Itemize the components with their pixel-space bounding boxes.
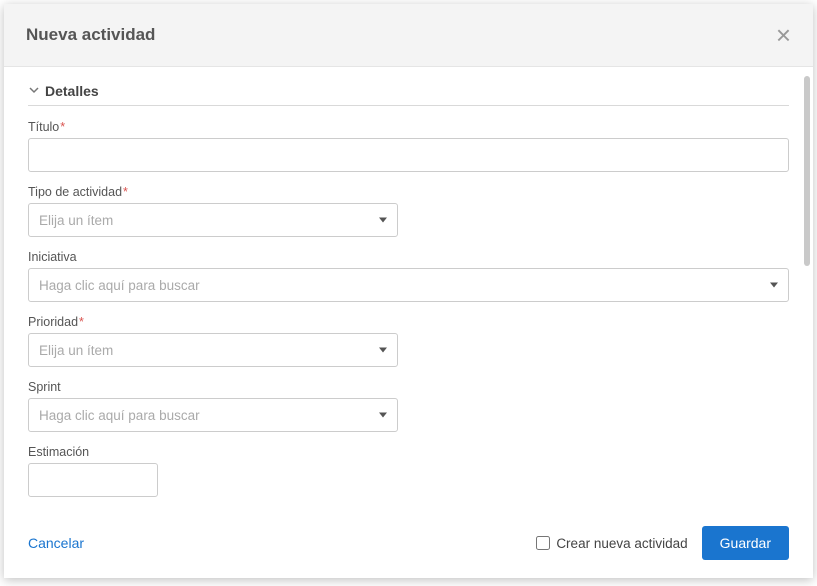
label-estimacion: Estimación (28, 445, 789, 459)
label-titulo-text: Título (28, 120, 59, 134)
create-new-checkbox[interactable] (536, 536, 550, 550)
field-iniciativa: Iniciativa Haga clic aquí para buscar (28, 250, 789, 302)
select-placeholder: Haga clic aquí para buscar (39, 278, 200, 293)
footer-right: Crear nueva actividad Guardar (536, 526, 789, 560)
label-tipo-actividad: Tipo de actividad* (28, 185, 789, 199)
cancel-button[interactable]: Cancelar (28, 535, 84, 551)
modal-header: Nueva actividad × (4, 4, 813, 67)
save-button[interactable]: Guardar (702, 526, 789, 560)
label-titulo: Título* (28, 120, 789, 134)
new-activity-modal: Nueva actividad × Detalles Título* Tipo … (4, 4, 813, 578)
modal-title: Nueva actividad (26, 25, 155, 45)
modal-footer: Cancelar Crear nueva actividad Guardar (4, 512, 813, 578)
field-sprint: Sprint Haga clic aquí para buscar (28, 380, 789, 432)
select-placeholder: Haga clic aquí para buscar (39, 408, 200, 423)
select-placeholder: Elija un ítem (39, 343, 113, 358)
label-tipo-actividad-text: Tipo de actividad (28, 185, 122, 199)
required-marker: * (60, 120, 65, 134)
caret-down-icon (379, 218, 387, 223)
estimacion-input[interactable] (28, 463, 158, 497)
create-new-checkbox-wrap[interactable]: Crear nueva actividad (536, 536, 687, 551)
label-prioridad-text: Prioridad (28, 315, 78, 329)
caret-down-icon (379, 413, 387, 418)
field-estimacion: Estimación (28, 445, 789, 497)
modal-body[interactable]: Detalles Título* Tipo de actividad* Elij… (4, 67, 813, 512)
titulo-input[interactable] (28, 138, 789, 172)
chevron-down-icon (28, 84, 40, 99)
field-titulo: Título* (28, 120, 789, 172)
select-placeholder: Elija un ítem (39, 213, 113, 228)
prioridad-select[interactable]: Elija un ítem (28, 333, 398, 367)
label-iniciativa: Iniciativa (28, 250, 789, 264)
required-marker: * (79, 315, 84, 329)
section-detalles-header[interactable]: Detalles (28, 83, 789, 106)
create-new-label: Crear nueva actividad (556, 536, 687, 551)
scrollbar-thumb[interactable] (804, 76, 810, 266)
caret-down-icon (379, 348, 387, 353)
sprint-select[interactable]: Haga clic aquí para buscar (28, 398, 398, 432)
close-icon[interactable]: × (776, 22, 791, 48)
required-marker: * (123, 185, 128, 199)
field-tipo-actividad: Tipo de actividad* Elija un ítem (28, 185, 789, 237)
section-title: Detalles (45, 83, 99, 99)
label-prioridad: Prioridad* (28, 315, 789, 329)
label-sprint: Sprint (28, 380, 789, 394)
tipo-actividad-select[interactable]: Elija un ítem (28, 203, 398, 237)
field-prioridad: Prioridad* Elija un ítem (28, 315, 789, 367)
iniciativa-select[interactable]: Haga clic aquí para buscar (28, 268, 789, 302)
caret-down-icon (770, 283, 778, 288)
